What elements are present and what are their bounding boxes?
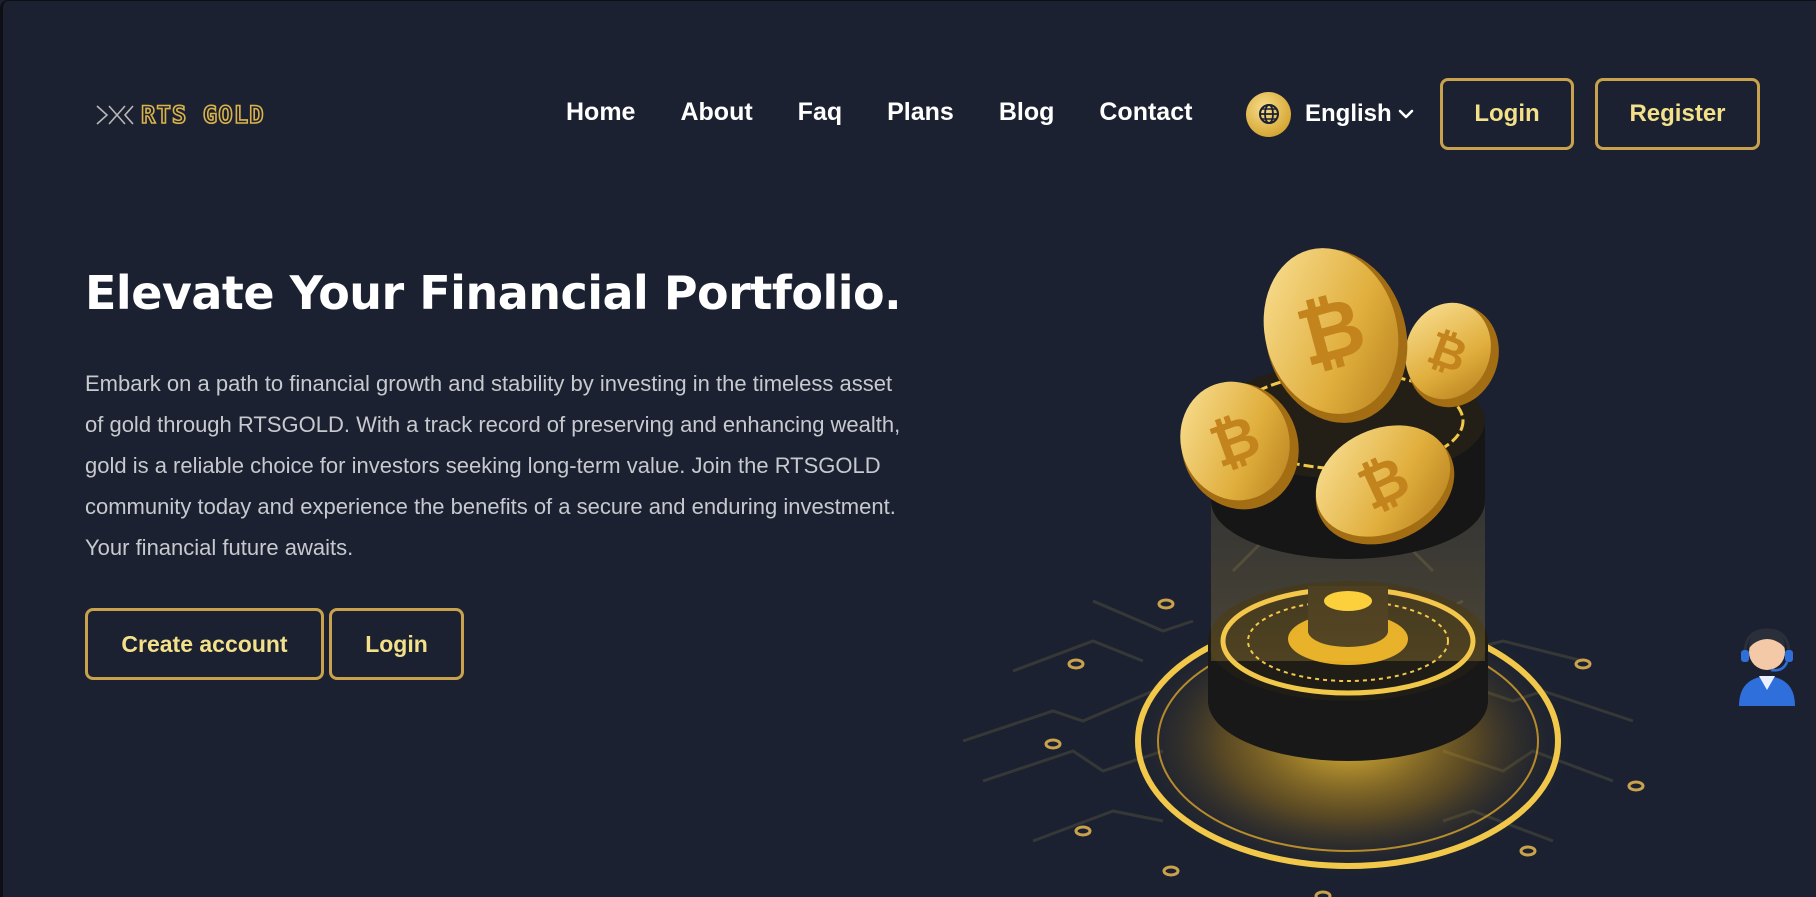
- logo-text: RTS GOLD: [140, 100, 265, 130]
- chevron-down-icon: [1398, 109, 1413, 119]
- hero-description: Embark on a path to financial growth and…: [85, 371, 901, 560]
- main-nav: Home About Faq Plans Blog Contact: [566, 93, 1237, 131]
- language-label: English: [1305, 100, 1392, 127]
- support-agent-icon[interactable]: [1731, 618, 1803, 706]
- brand-logo[interactable]: RTS GOLD: [95, 99, 290, 131]
- globe-icon: [1246, 91, 1291, 137]
- nav-plans[interactable]: Plans: [887, 93, 954, 131]
- header-login-button[interactable]: Login: [1440, 78, 1574, 150]
- header-register-button[interactable]: Register: [1595, 78, 1760, 150]
- nav-contact[interactable]: Contact: [1099, 93, 1192, 131]
- nav-about[interactable]: About: [680, 93, 752, 131]
- bitcoin-coins-illustration: ₿ ₿ ₿ ₿: [962, 248, 1645, 897]
- language-selector[interactable]: English: [1246, 91, 1414, 137]
- nav-blog[interactable]: Blog: [999, 93, 1055, 131]
- logo-mark-icon: [96, 105, 134, 125]
- hero-login-button[interactable]: Login: [329, 608, 464, 680]
- hero-title: Elevate Your Financial Portfolio.: [85, 266, 902, 320]
- nav-faq[interactable]: Faq: [798, 93, 842, 131]
- page: RTS GOLD Home About Faq Plans Blog Conta…: [0, 0, 1816, 897]
- create-account-button[interactable]: Create account: [85, 608, 324, 680]
- nav-home[interactable]: Home: [566, 93, 635, 131]
